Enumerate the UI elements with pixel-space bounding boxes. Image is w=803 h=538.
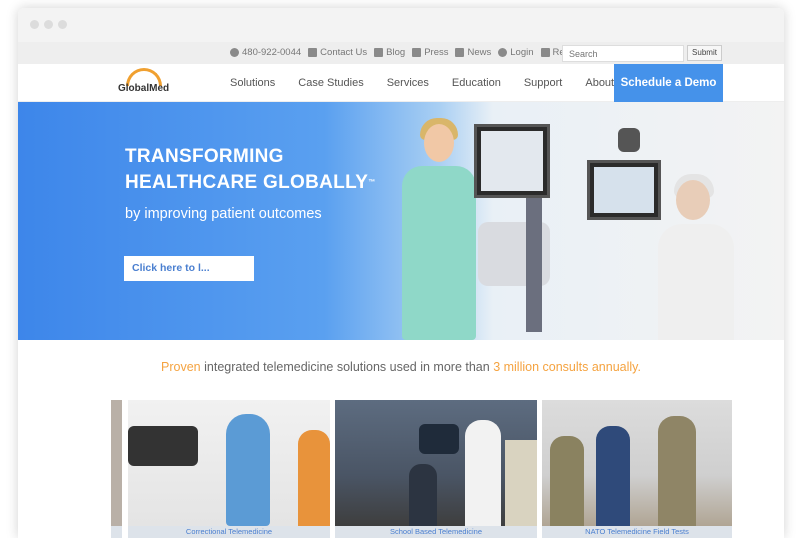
nurse-body <box>402 166 476 340</box>
search-input[interactable] <box>562 45 684 62</box>
nav-item-about[interactable]: About <box>585 77 614 89</box>
nurse-image <box>394 114 484 340</box>
contact-label: Contact Us <box>320 47 368 58</box>
person-shape <box>298 430 330 526</box>
tile-nato[interactable]: NATO Telemedicine Field Tests <box>542 400 732 538</box>
schedule-demo-button[interactable]: Schedule a Demo <box>614 64 723 102</box>
news-label: News <box>467 47 492 58</box>
case-tiles: Correctional Telemedicine School Based T… <box>111 400 741 538</box>
main-nav: GlobalMed Solutions Case Studies Service… <box>18 64 784 102</box>
screen-shape <box>419 424 459 454</box>
hero-title-line2-text: HEALTHCARE GLOBALLY <box>125 172 369 193</box>
window-chrome <box>18 8 784 42</box>
nav-item-education[interactable]: Education <box>452 77 501 89</box>
patient-head <box>676 180 710 220</box>
search-submit-button[interactable]: Submit <box>687 45 722 61</box>
monitor2-screen <box>594 167 654 213</box>
tile-correctional[interactable]: Correctional Telemedicine <box>128 400 330 538</box>
blog-label: Blog <box>386 47 406 58</box>
blog-link[interactable]: Blog <box>374 47 405 58</box>
window-dot-icon <box>58 20 67 29</box>
login-icon <box>498 48 508 57</box>
newspaper-icon <box>455 48 465 57</box>
soldier-shape <box>550 436 584 526</box>
medic-shape <box>658 416 696 526</box>
browser-window: 480-922-0044 Contact Us Blog Press News … <box>18 8 784 538</box>
tile-partial[interactable] <box>111 400 122 538</box>
hero-subtitle: by improving patient outcomes <box>125 206 322 222</box>
phone-link[interactable]: 480-922-0044 <box>230 47 301 58</box>
nav-menu: Solutions Case Studies Services Educatio… <box>230 77 637 89</box>
hero-banner: TRANSFORMING HEALTHCARE GLOBALLY™ by imp… <box>18 102 784 340</box>
school-image <box>335 400 537 526</box>
envelope-icon <box>308 48 318 57</box>
nav-item-case-studies[interactable]: Case Studies <box>298 77 363 89</box>
nav-item-solutions[interactable]: Solutions <box>230 77 275 89</box>
patient-body <box>658 224 734 340</box>
tile-school[interactable]: School Based Telemedicine <box>335 400 537 538</box>
logo[interactable]: GlobalMed <box>118 68 178 98</box>
correctional-image <box>128 400 330 526</box>
video-monitor-image <box>587 160 661 220</box>
tagline: Proven integrated telemedicine solutions… <box>18 360 784 374</box>
cabinet-shape <box>505 440 537 526</box>
tile-caption-school: School Based Telemedicine <box>335 526 537 538</box>
tile-caption <box>111 526 122 538</box>
logo-text: GlobalMed <box>118 83 170 94</box>
tile-caption-nato: NATO Telemedicine Field Tests <box>542 526 732 538</box>
monitor-screen <box>481 131 543 191</box>
hero-click-button[interactable]: Click here to l... <box>124 256 254 281</box>
tagline-proven: Proven <box>161 360 201 374</box>
nav-item-services[interactable]: Services <box>387 77 429 89</box>
nato-image <box>542 400 732 526</box>
press-label: Press <box>424 47 449 58</box>
login-label: Login <box>510 47 534 58</box>
window-dot-icon <box>44 20 53 29</box>
tile-image <box>111 400 122 526</box>
student-shape <box>409 464 437 526</box>
edit-icon <box>540 48 550 57</box>
doctor-shape <box>226 414 270 526</box>
tagline-text: integrated telemedicine solutions used i… <box>200 360 494 374</box>
teacher-shape <box>465 420 501 526</box>
megaphone-icon <box>412 48 422 57</box>
utility-bar: 480-922-0044 Contact Us Blog Press News … <box>18 42 784 64</box>
hero-title: TRANSFORMING HEALTHCARE GLOBALLY™ <box>125 144 376 196</box>
contact-link[interactable]: Contact Us <box>308 47 367 58</box>
news-link[interactable]: News <box>455 47 491 58</box>
screen-shape <box>128 426 198 466</box>
hero-title-line1: TRANSFORMING <box>125 146 284 167</box>
phone-icon <box>230 48 239 57</box>
hero-title-line2: HEALTHCARE GLOBALLY™ <box>125 170 376 196</box>
trademark-mark: ™ <box>368 179 376 186</box>
camera-icon <box>618 128 640 152</box>
comment-icon <box>374 48 384 57</box>
cart-pole <box>526 182 542 332</box>
window-dot-icon <box>30 20 39 29</box>
login-link[interactable]: Login <box>498 47 534 58</box>
tagline-highlight: 3 million consults annually. <box>493 360 641 374</box>
phone-label: 480-922-0044 <box>242 47 302 58</box>
officer-shape <box>596 426 630 526</box>
tile-caption-correctional: Correctional Telemedicine <box>128 526 330 538</box>
cart-monitor-image <box>474 124 550 198</box>
patient-image <box>654 172 734 340</box>
nurse-head <box>424 124 454 162</box>
press-link[interactable]: Press <box>412 47 448 58</box>
nav-item-support[interactable]: Support <box>524 77 563 89</box>
